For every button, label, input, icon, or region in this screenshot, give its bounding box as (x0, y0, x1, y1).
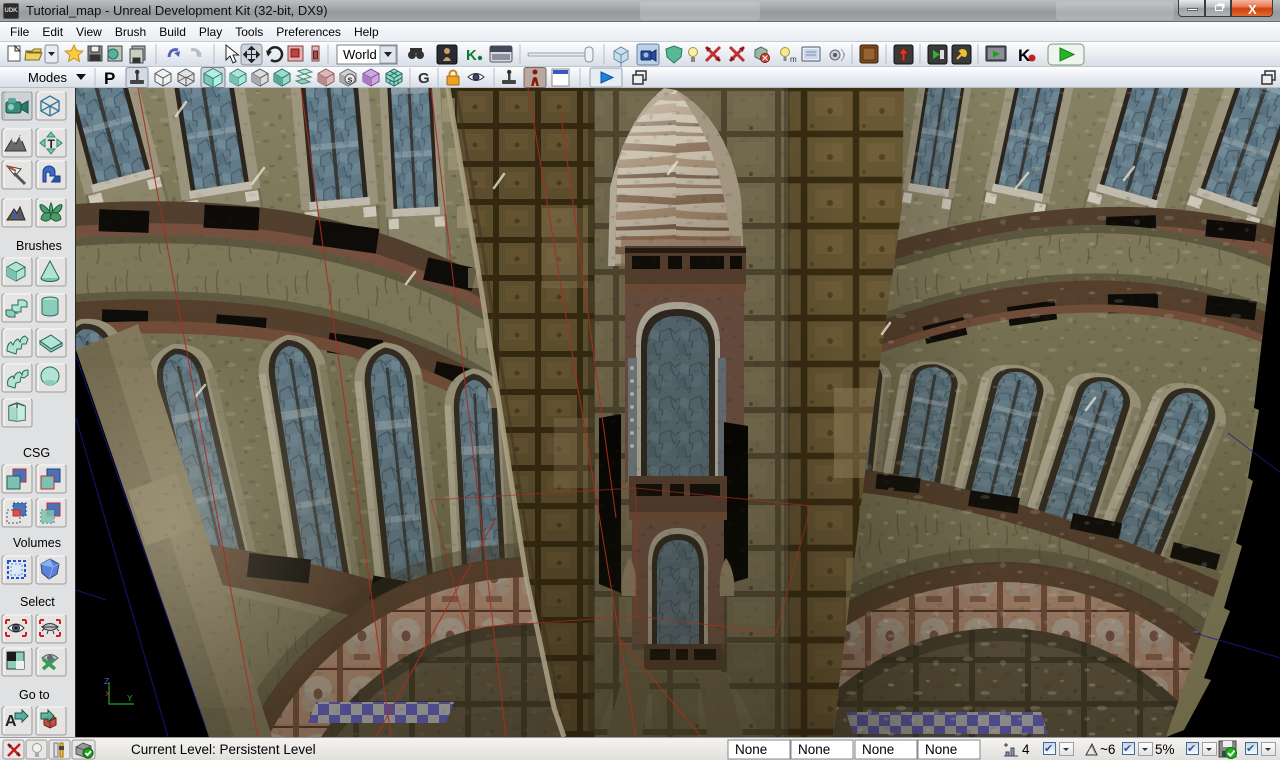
svg-text:4: 4 (1022, 742, 1030, 757)
svg-text:Select: Select (20, 595, 55, 609)
svg-text:Y: Y (127, 693, 133, 704)
svg-text:Z: Z (104, 676, 110, 687)
svg-text:Go to: Go to (19, 688, 50, 702)
svg-text:Modes: Modes (28, 70, 68, 85)
svg-text:Volumes: Volumes (13, 536, 61, 550)
svg-text:World: World (343, 47, 377, 62)
svg-text:L: L (13, 210, 19, 221)
svg-text:s: s (348, 75, 353, 85)
svg-text:None: None (862, 742, 894, 757)
svg-text:~6: ~6 (1100, 742, 1115, 757)
svg-text:x: x (105, 688, 111, 699)
svg-text:K: K (1018, 46, 1031, 65)
svg-text:None: None (735, 742, 767, 757)
svg-text:Current Level: Persistent Lev: Current Level: Persistent Level (131, 742, 316, 757)
svg-text:Brushes: Brushes (16, 239, 62, 253)
svg-text:P: P (104, 69, 115, 88)
svg-text:K: K (466, 47, 477, 64)
svg-text:G: G (418, 70, 430, 87)
svg-text:None: None (798, 742, 830, 757)
svg-text:5%: 5% (1155, 742, 1175, 757)
svg-text:CSG: CSG (23, 446, 50, 460)
svg-text:T: T (48, 137, 56, 151)
svg-text:m: m (790, 55, 797, 64)
svg-text:None: None (925, 742, 957, 757)
